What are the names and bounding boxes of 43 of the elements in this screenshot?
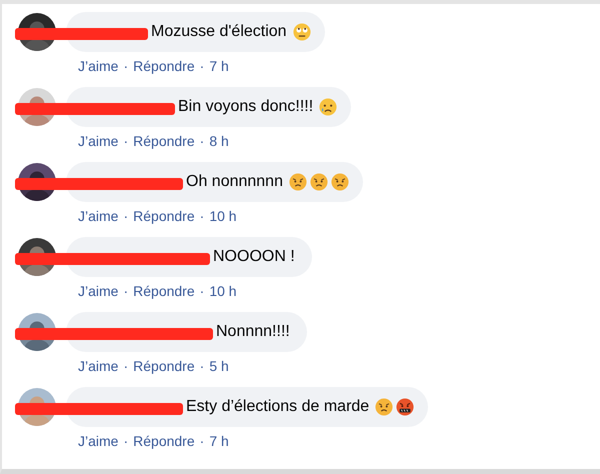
separator-dot: · bbox=[200, 208, 204, 224]
comment-action-link[interactable]: Répondre bbox=[133, 208, 195, 224]
comment-action-link[interactable]: J’aime bbox=[78, 208, 118, 224]
comment-time: 8 h bbox=[209, 133, 229, 149]
comment-text: Nonnnn!!!! bbox=[216, 323, 290, 341]
separator-dot: · bbox=[123, 433, 128, 449]
comment-action-link[interactable]: J’aime bbox=[78, 283, 118, 299]
comment-action-link[interactable]: Répondre bbox=[133, 58, 195, 74]
comment-text: Mozusse d'élection bbox=[151, 23, 287, 41]
emoji-icon bbox=[319, 98, 338, 116]
emoji-icon bbox=[288, 173, 307, 191]
comment-text: NOOOON ! bbox=[213, 248, 295, 266]
comment-text: Oh nonnnnnn bbox=[186, 173, 283, 191]
separator-dot: · bbox=[200, 358, 204, 374]
separator-dot: · bbox=[123, 58, 128, 74]
emoji-icon bbox=[310, 173, 328, 191]
comment-action-link[interactable]: J’aime bbox=[78, 133, 118, 149]
comment-action-link[interactable]: Répondre bbox=[133, 133, 195, 149]
comment-time: 7 h bbox=[209, 433, 229, 449]
comment-action-link[interactable]: Répondre bbox=[133, 433, 195, 449]
comment-time: 10 h bbox=[209, 208, 237, 224]
separator-dot: · bbox=[123, 283, 128, 299]
separator-dot: · bbox=[123, 133, 128, 149]
comment-action-link[interactable]: Répondre bbox=[133, 283, 195, 299]
emoji-icon bbox=[375, 398, 394, 416]
separator-dot: · bbox=[123, 358, 128, 374]
separator-dot: · bbox=[200, 433, 204, 449]
comment-time: 7 h bbox=[209, 58, 229, 74]
emoji-icon bbox=[292, 23, 311, 41]
separator-dot: · bbox=[200, 283, 204, 299]
comment-time: 5 h bbox=[209, 358, 229, 374]
comment-action-link[interactable]: J’aime bbox=[78, 58, 118, 74]
emoji-icon bbox=[396, 398, 414, 416]
comment-text: Esty d’élections de marde bbox=[186, 398, 370, 416]
separator-dot: · bbox=[123, 208, 128, 224]
comment-text: Bin voyons donc!!!! bbox=[178, 98, 314, 116]
comment-action-link[interactable]: J’aime bbox=[78, 433, 118, 449]
separator-dot: · bbox=[200, 58, 204, 74]
comment-time: 10 h bbox=[209, 283, 237, 299]
emoji-icon bbox=[330, 173, 349, 191]
comment-action-link[interactable]: J’aime bbox=[78, 358, 118, 374]
comment-action-link[interactable]: Répondre bbox=[133, 358, 195, 374]
separator-dot: · bbox=[200, 133, 204, 149]
